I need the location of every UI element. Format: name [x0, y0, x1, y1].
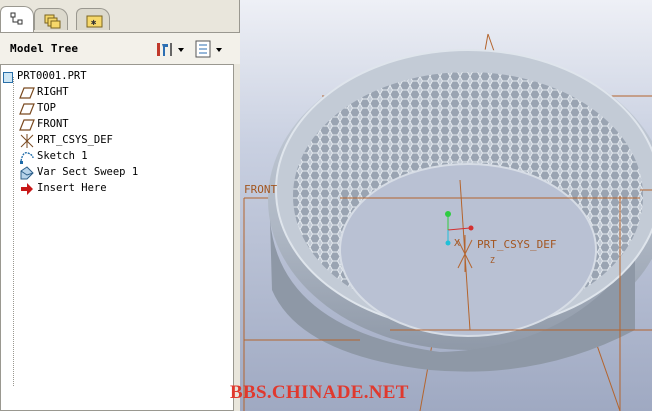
tree-icon	[10, 12, 23, 25]
show-dropdown-button[interactable]	[194, 40, 226, 58]
graphics-viewport[interactable]: FRONT X Z PRT_CSYS_DEF	[240, 0, 652, 411]
settings-dropdown-button[interactable]	[156, 40, 188, 58]
tree-item-label: Insert Here	[37, 182, 107, 194]
datum-plane-icon	[19, 103, 35, 115]
csys-axis-z-label: Z	[490, 256, 495, 265]
star-folder-icon: ✱	[86, 15, 103, 28]
tree-item-label: Var Sect Sweep 1	[37, 166, 139, 178]
favorites-tab[interactable]: ✱	[76, 8, 110, 30]
sketch-icon	[20, 152, 34, 164]
model-tree-panel: ✱ Model Tree PRT0001.PRT RIGHT TOP FRONT…	[0, 0, 240, 411]
tree-guide-line	[13, 77, 14, 387]
model-tree: PRT0001.PRT RIGHT TOP FRONT PRT_CSYS_DEF…	[0, 64, 234, 411]
folders-icon	[44, 14, 61, 29]
sweep-icon	[20, 166, 34, 180]
csys-axis-x-label: X	[454, 238, 460, 249]
model-graphics: FRONT X Z PRT_CSYS_DEF	[243, 33, 652, 411]
svg-text:✱: ✱	[91, 18, 97, 28]
tree-item-label: PRT_CSYS_DEF	[37, 134, 113, 146]
tree-item-label: Sketch 1	[37, 150, 88, 162]
insert-arrow-icon	[21, 183, 33, 195]
part-icon	[3, 72, 13, 83]
csys-icon	[20, 134, 34, 148]
tree-item-label: FRONT	[37, 118, 69, 130]
ring-body	[268, 49, 652, 372]
datum-plane-icon	[19, 87, 35, 99]
model-tree-tab[interactable]	[0, 6, 34, 32]
tree-item-label: TOP	[37, 102, 56, 114]
model-tree-header: Model Tree	[0, 32, 240, 64]
front-plane-label[interactable]: FRONT	[244, 183, 277, 196]
datum-plane-icon	[19, 119, 35, 131]
folder-browser-tab[interactable]	[34, 8, 68, 30]
tools-icon	[157, 43, 184, 56]
panel-title: Model Tree	[10, 42, 79, 55]
watermark: BBS.CHINADE.NET	[230, 382, 409, 403]
csys-label[interactable]: PRT_CSYS_DEF	[477, 238, 556, 251]
list-icon	[195, 40, 222, 58]
tree-item-label: PRT0001.PRT	[17, 70, 87, 82]
tree-item-label: RIGHT	[37, 86, 69, 98]
navigator-tab-bar: ✱	[0, 0, 240, 32]
